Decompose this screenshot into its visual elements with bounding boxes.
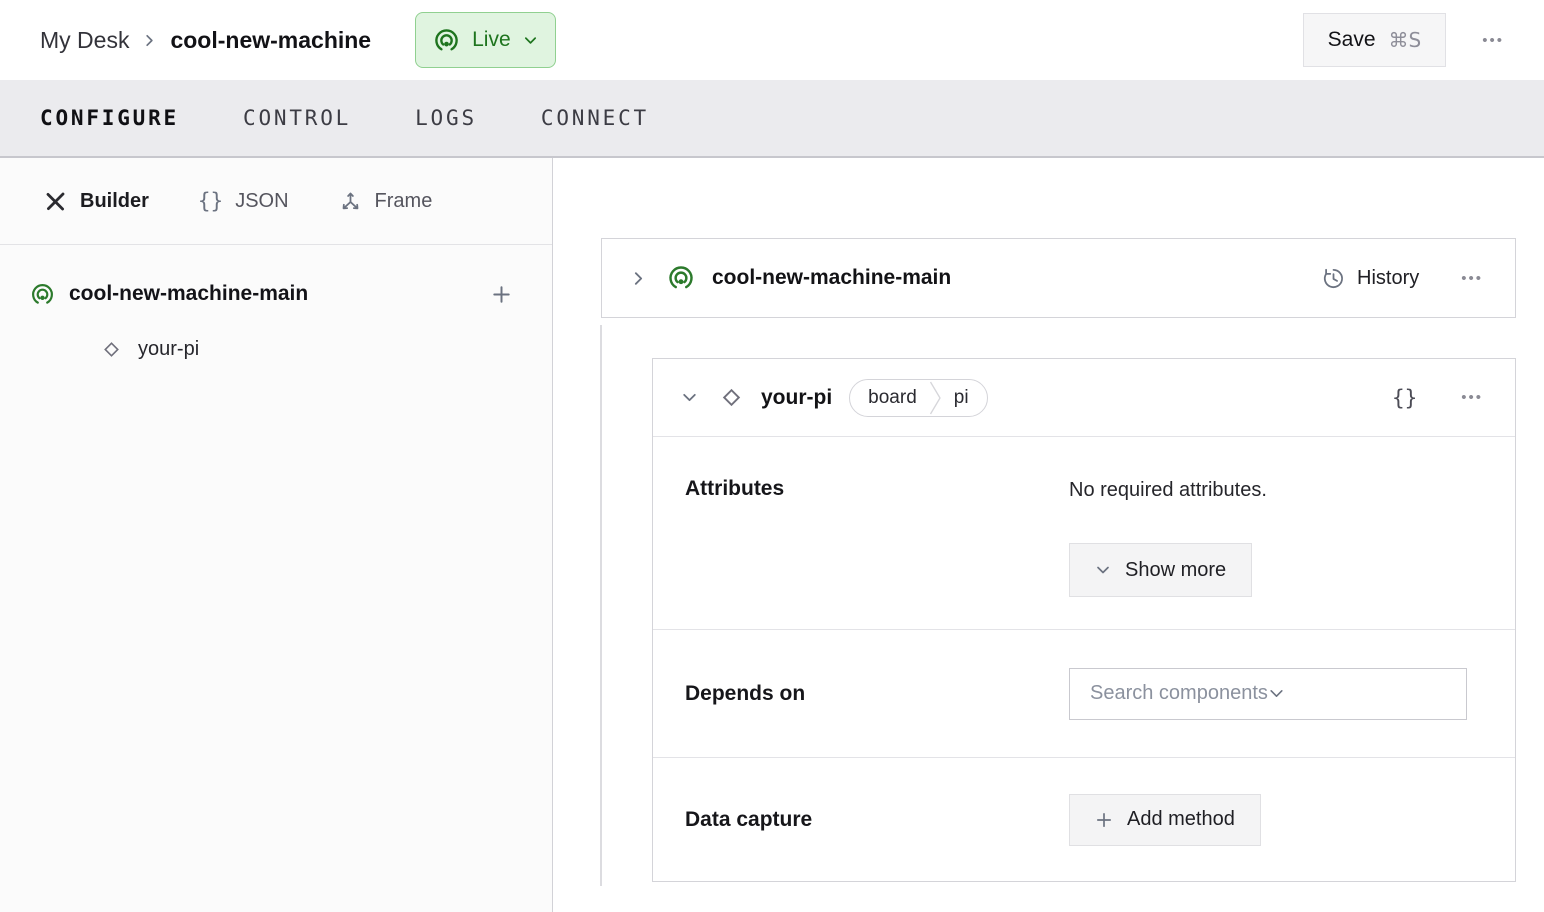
badge-type-label: board xyxy=(868,386,917,408)
machine-card-actions: History ••• xyxy=(1321,265,1489,292)
live-status-label: Live xyxy=(472,28,511,51)
breadcrumb-my-desk[interactable]: My Desk xyxy=(40,27,129,54)
machine-broadcast-icon xyxy=(30,282,55,307)
view-switcher: Builder {} JSON Frame xyxy=(0,158,552,245)
depends-on-section: Depends on Search components xyxy=(653,630,1515,758)
breadcrumb-chevron-right-icon xyxy=(142,33,157,48)
depends-on-select[interactable]: Search components xyxy=(1069,667,1467,720)
component-title: your-pi xyxy=(761,385,833,409)
collapse-component-button[interactable] xyxy=(679,387,700,408)
ellipsis-icon: ••• xyxy=(1461,269,1483,287)
component-card-header: your-pi board pi {} ••• xyxy=(653,359,1515,437)
attributes-label: Attributes xyxy=(685,477,785,500)
chevron-down-icon xyxy=(1268,685,1285,702)
tree-machine-label: cool-new-machine-main xyxy=(69,282,309,305)
braces-icon: {} xyxy=(1391,385,1418,410)
show-more-label: Show more xyxy=(1125,558,1227,581)
add-component-button[interactable] xyxy=(487,280,516,309)
depends-on-placeholder: Search components xyxy=(1090,682,1268,704)
breadcrumb: My Desk cool-new-machine xyxy=(40,27,371,54)
breadcrumb-machine-name: cool-new-machine xyxy=(170,26,372,53)
component-diamond-icon xyxy=(718,384,745,411)
depends-on-label: Depends on xyxy=(685,681,806,705)
component-card-your-pi: your-pi board pi {} ••• Attributes No re… xyxy=(652,358,1516,882)
sidebar: Builder {} JSON Frame cool-new-machine-m… xyxy=(0,158,553,912)
chevron-down-icon xyxy=(523,33,538,48)
content-area: Builder {} JSON Frame cool-new-machine-m… xyxy=(0,158,1544,912)
machine-card-menu-button[interactable]: ••• xyxy=(1455,265,1489,292)
view-frame-label: Frame xyxy=(374,189,433,212)
chevron-down-icon xyxy=(681,389,698,406)
tab-bar: CONFIGURE CONTROL LOGS CONNECT xyxy=(0,80,1544,158)
tree-connector-line xyxy=(600,325,602,886)
view-json[interactable]: {} JSON xyxy=(198,189,289,213)
expand-machine-card-button[interactable] xyxy=(628,268,649,289)
config-main: cool-new-machine-main History ••• your-p… xyxy=(553,158,1544,912)
history-button[interactable]: History xyxy=(1321,266,1419,291)
depends-on-content: Search components xyxy=(1069,667,1467,720)
component-menu-button[interactable]: ••• xyxy=(1455,384,1489,411)
plus-icon xyxy=(1095,811,1113,829)
component-card-actions: {} ••• xyxy=(1390,384,1489,412)
machine-part-title: cool-new-machine-main xyxy=(712,266,952,289)
badge-model-label: pi xyxy=(953,386,969,408)
tab-logs[interactable]: LOGS xyxy=(415,102,477,134)
attributes-content: No required attributes. Show more xyxy=(1069,477,1267,629)
data-capture-label: Data capture xyxy=(685,807,813,831)
tab-control[interactable]: CONTROL xyxy=(243,102,351,134)
tree-your-pi-label: your-pi xyxy=(138,337,200,360)
view-frame[interactable]: Frame xyxy=(338,189,433,214)
chevron-down-icon xyxy=(1095,562,1111,578)
view-builder[interactable]: Builder xyxy=(43,189,149,214)
header-actions: Save ⌘S ••• xyxy=(1302,13,1510,67)
tree-item-machine-main[interactable]: cool-new-machine-main xyxy=(0,268,552,320)
component-type-badge: board pi xyxy=(849,378,988,417)
axes-icon xyxy=(338,189,363,214)
plus-icon xyxy=(491,284,512,305)
chevron-right-icon xyxy=(630,270,647,287)
view-builder-label: Builder xyxy=(80,189,149,212)
show-more-button[interactable]: Show more xyxy=(1069,543,1253,597)
tab-configure[interactable]: CONFIGURE xyxy=(40,102,179,134)
tree-item-your-pi[interactable]: your-pi xyxy=(0,324,552,374)
component-json-button[interactable]: {} xyxy=(1390,384,1419,412)
machine-broadcast-icon xyxy=(667,264,695,292)
top-header: My Desk cool-new-machine Live Save ⌘S ••… xyxy=(0,0,1544,80)
data-capture-content: Add method xyxy=(1069,793,1261,846)
machine-part-card: cool-new-machine-main History ••• xyxy=(601,238,1516,318)
history-clock-icon xyxy=(1321,266,1346,291)
view-json-label: JSON xyxy=(235,189,289,212)
attributes-empty-text: No required attributes. xyxy=(1069,479,1267,501)
ellipsis-icon: ••• xyxy=(1461,389,1483,406)
braces-icon: {} xyxy=(197,189,224,213)
viam-machine-page: My Desk cool-new-machine Live Save ⌘S ••… xyxy=(0,0,1544,912)
attributes-section: Attributes No required attributes. Show … xyxy=(653,437,1515,630)
add-method-label: Add method xyxy=(1127,808,1235,830)
machine-status-dropdown[interactable]: Live xyxy=(415,12,556,68)
component-diamond-icon xyxy=(100,338,123,361)
add-method-button[interactable]: Add method xyxy=(1069,793,1261,846)
history-label: History xyxy=(1357,266,1420,289)
data-capture-section: Data capture Add method xyxy=(653,758,1515,881)
badge-divider-chevron-icon xyxy=(929,380,942,416)
save-label: Save xyxy=(1327,28,1376,51)
component-tree: cool-new-machine-main your-pi xyxy=(0,245,552,374)
header-overflow-menu-button[interactable]: ••• xyxy=(1476,27,1510,54)
ellipsis-icon: ••• xyxy=(1482,31,1504,49)
tab-connect[interactable]: CONNECT xyxy=(541,102,649,134)
crossed-tools-icon xyxy=(43,189,68,214)
save-button[interactable]: Save ⌘S xyxy=(1302,13,1447,67)
save-shortcut-hint: ⌘S xyxy=(1388,28,1422,52)
live-broadcast-icon xyxy=(433,27,460,54)
